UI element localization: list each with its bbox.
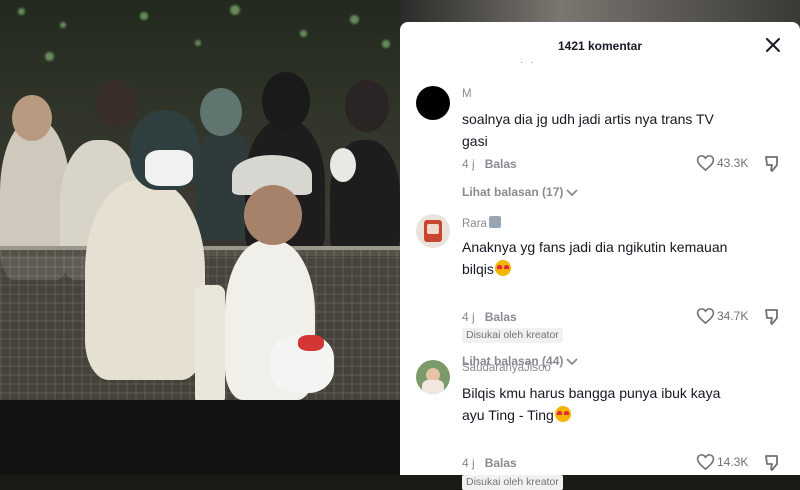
thumbs-down-icon[interactable] — [764, 155, 782, 173]
like-button[interactable]: 14.3K — [696, 453, 756, 471]
view-replies-label: Lihat balasan (17) — [462, 185, 564, 199]
reply-button[interactable]: Balas — [485, 456, 517, 470]
like-button[interactable]: 43.3K — [696, 154, 756, 172]
heart-icon — [696, 454, 715, 471]
comment-text: Anaknya yg fans jadi dia ngikutin kemaua… — [462, 236, 742, 280]
comments-panel: 1421 komentar · · M soalnya dia jg udh j… — [400, 22, 800, 490]
close-icon[interactable] — [764, 36, 782, 54]
comment-meta: 4 j Balas — [462, 310, 517, 324]
chevron-down-icon — [566, 189, 579, 197]
comment-time: 4 j — [462, 310, 475, 324]
avatar[interactable] — [416, 214, 450, 248]
like-button[interactable]: 34.7K — [696, 307, 756, 325]
chevron-down-icon — [566, 358, 579, 366]
comment-text: soalnya dia jg udh jadi artis nya trans … — [462, 111, 714, 149]
comment-username-text: Rara — [462, 218, 487, 230]
liked-by-creator-badge: Disukai oleh kreator — [462, 328, 563, 343]
reply-button[interactable]: Balas — [485, 157, 517, 171]
comment-text: Bilqis kmu harus bangga punya ibuk kaya … — [462, 382, 742, 426]
heart-icon — [696, 155, 715, 172]
comment-time: 4 j — [462, 157, 475, 171]
comment-text-body: Bilqis kmu harus bangga punya ibuk kaya … — [462, 385, 721, 423]
like-count: 14.3K — [717, 455, 749, 469]
comment-count-title: 1421 komentar — [557, 39, 643, 53]
user-badge-icon — [488, 216, 501, 228]
view-replies-button[interactable]: Lihat balasan (17) — [462, 185, 579, 199]
smiling-hearts-emoji-icon — [494, 260, 511, 276]
comments-header: 1421 komentar · · — [400, 22, 800, 68]
comment-username[interactable]: SaudaranyaJisoo — [462, 362, 551, 374]
avatar[interactable] — [416, 360, 450, 394]
comment-username[interactable]: Rara — [462, 216, 501, 230]
thumbs-down-icon[interactable] — [764, 454, 782, 472]
like-count: 34.7K — [717, 309, 749, 323]
comment-time: 4 j — [462, 456, 475, 470]
avatar[interactable] — [416, 86, 450, 120]
comment-meta: 4 j Balas — [462, 157, 517, 171]
comment-username[interactable]: M — [462, 88, 472, 100]
thumbs-down-icon[interactable] — [764, 308, 782, 326]
heart-eyes-emoji-icon — [554, 406, 571, 422]
heart-icon — [696, 308, 715, 325]
previous-reply-tail: · · — [520, 57, 536, 68]
like-count: 43.3K — [717, 156, 749, 170]
liked-by-creator-badge: Disukai oleh kreator — [462, 475, 563, 490]
comment-meta: 4 j Balas — [462, 456, 517, 470]
reply-button[interactable]: Balas — [485, 310, 517, 324]
concert-photo — [0, 0, 400, 475]
